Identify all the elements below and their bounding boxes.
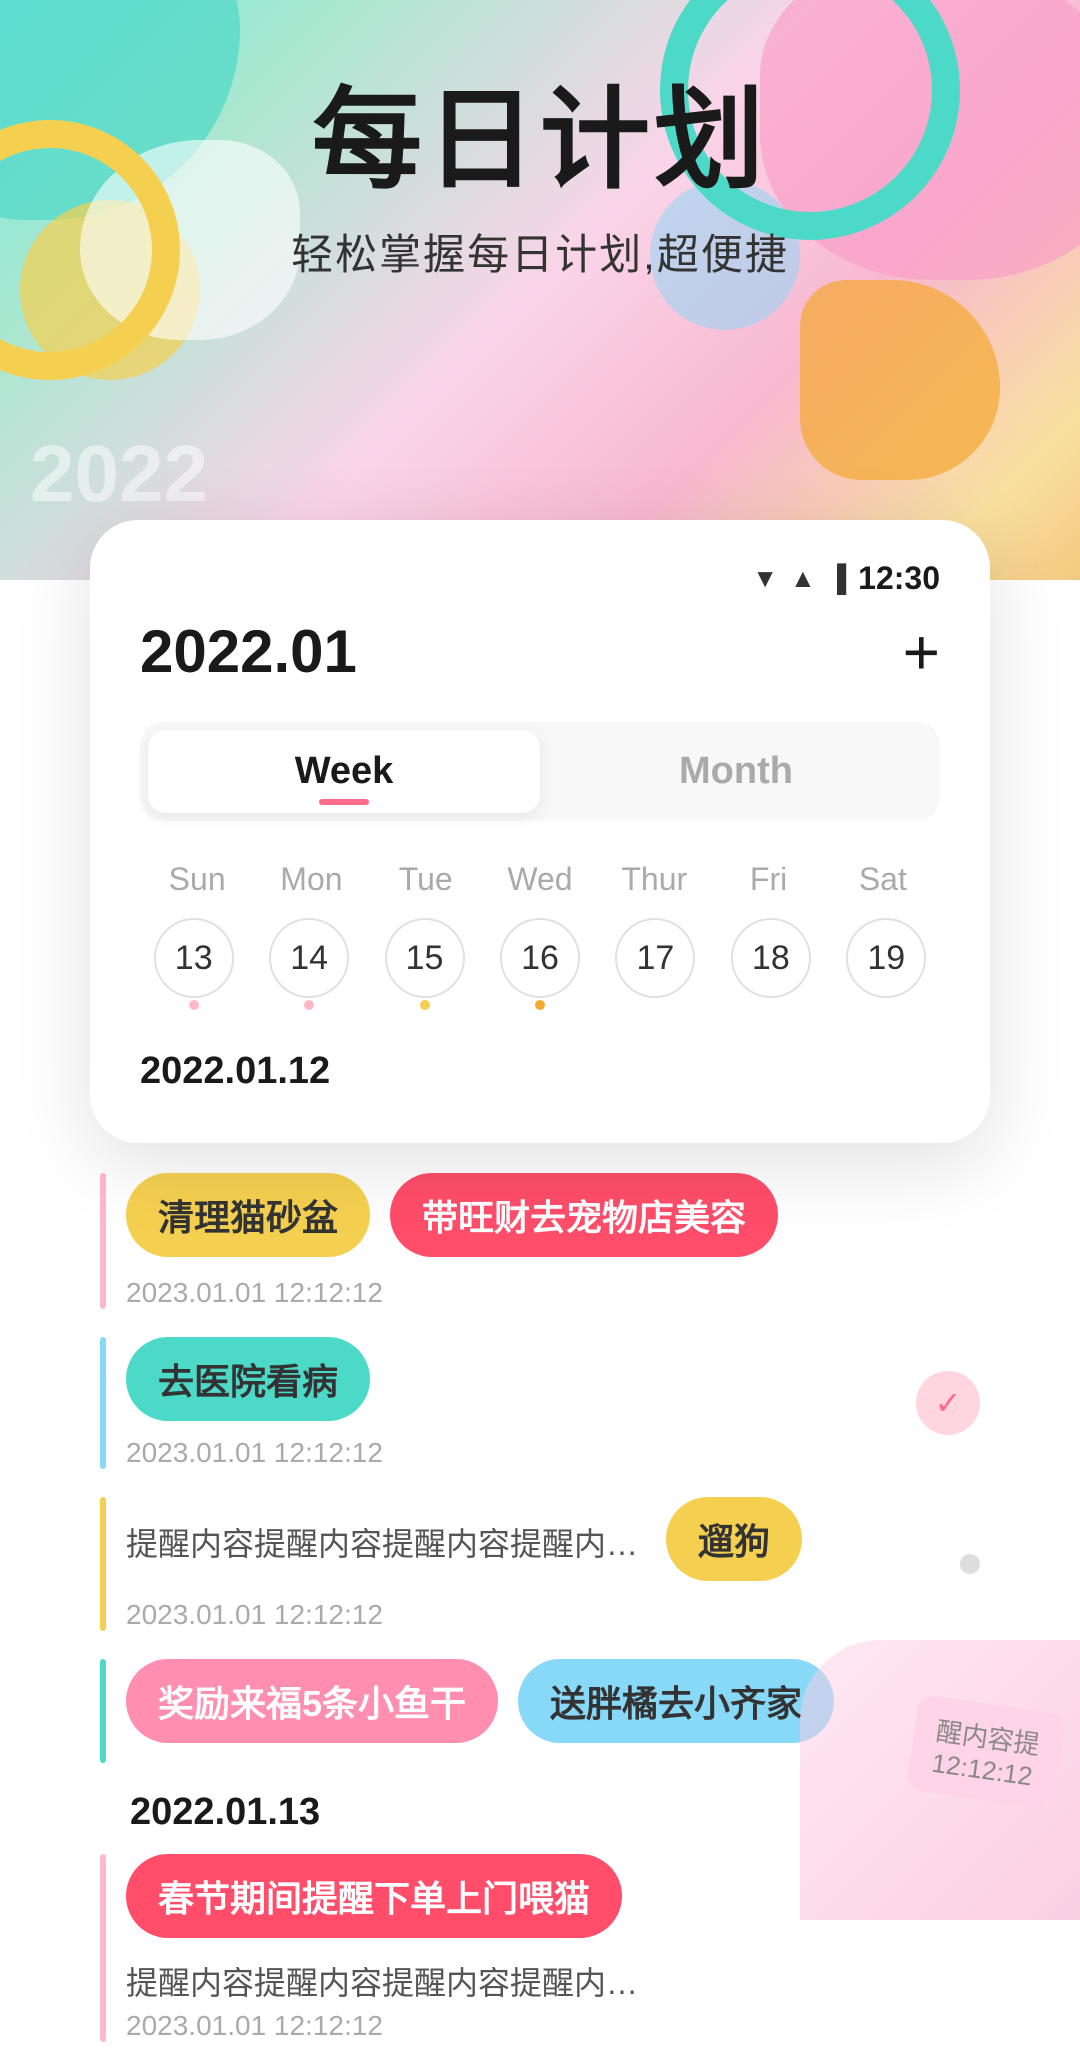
dot-15	[420, 1000, 430, 1010]
date-num-19: 19	[846, 918, 926, 998]
item-meta: 2023.01.01 12:12:12	[126, 1437, 896, 1469]
dot-14	[304, 1000, 314, 1010]
timeline-line	[100, 1854, 106, 2042]
weekday-sun: Sun	[140, 861, 254, 898]
add-task-button[interactable]: +	[903, 620, 940, 684]
timeline-line	[100, 1659, 106, 1763]
incomplete-dot	[960, 1554, 980, 1574]
item-content: 清理猫砂盆 带旺财去宠物店美容 2023.01.01 12:12:12	[126, 1173, 980, 1309]
wifi-icon: ▼	[752, 563, 778, 594]
date-cell-18[interactable]: 18	[717, 918, 824, 1010]
current-month: 2022.01	[140, 617, 357, 686]
task-tag[interactable]: 春节期间提醒下单上门喂猫	[126, 1854, 622, 1938]
item-meta: 2023.01.01 12:12:12	[126, 1277, 980, 1309]
check-icon[interactable]: ✓	[916, 1371, 980, 1435]
calendar-header: 2022.01 +	[140, 617, 940, 686]
task-tag[interactable]: 清理猫砂盆	[126, 1173, 370, 1257]
tab-week[interactable]: Week	[148, 730, 540, 813]
app-subtitle: 轻松掌握每日计划,超便捷	[0, 221, 1080, 282]
date-cell-15[interactable]: 15	[371, 918, 478, 1010]
battery-icon: ▐	[828, 563, 846, 594]
date-num-18: 18	[731, 918, 811, 998]
date-num-17: 17	[615, 918, 695, 998]
date-cell-13[interactable]: 13	[140, 918, 247, 1010]
weekday-mon: Mon	[254, 861, 368, 898]
task-extra-tag[interactable]: 送胖橘去小齐家	[518, 1659, 834, 1743]
year-label: 2022	[30, 428, 208, 520]
week-days-header: Sun Mon Tue Wed Thur Fri Sat	[140, 861, 940, 898]
status-time: 12:30	[858, 560, 940, 597]
selected-date: 2022.01.12	[140, 1050, 940, 1093]
item-meta: 2023.01.01 12:12:12	[126, 1599, 940, 1631]
dot-13	[189, 1000, 199, 1010]
signal-icon: ▲	[790, 563, 816, 594]
dot-19	[881, 1000, 891, 1010]
date-num-13: 13	[154, 918, 234, 998]
timeline-line	[100, 1173, 106, 1309]
task-tag[interactable]: 遛狗	[666, 1497, 802, 1581]
status-bar: ▼ ▲ ▐ 12:30	[140, 560, 940, 597]
date-cell-14[interactable]: 14	[255, 918, 362, 1010]
dot-18	[766, 1000, 776, 1010]
list-item: 清理猫砂盆 带旺财去宠物店美容 2023.01.01 12:12:12	[100, 1173, 980, 1309]
item-content: 去医院看病 2023.01.01 12:12:12	[126, 1337, 896, 1469]
item-meta: 2023.01.01 12:12:12	[126, 2010, 980, 2042]
dates-row: 13 14 15 16 17 18	[140, 918, 940, 1010]
item-text: 提醒内容提醒内容提醒内容提醒内容提醒内容提醒内容提醒	[126, 1958, 646, 2004]
timeline-line	[100, 1497, 106, 1631]
task-tag[interactable]: 去医院看病	[126, 1337, 370, 1421]
item-text: 提醒内容提醒内容提醒内容提醒内容提	[126, 1519, 646, 1565]
weekday-sat: Sat	[826, 861, 940, 898]
weekday-fri: Fri	[711, 861, 825, 898]
hero-text: 每日计划 轻松掌握每日计划,超便捷	[0, 0, 1080, 282]
app-title: 每日计划	[0, 80, 1080, 201]
dot-17	[650, 1000, 660, 1010]
tab-month[interactable]: Month	[540, 730, 932, 813]
calendar-card-wrapper: ▼ ▲ ▐ 12:30 2022.01 + Week Month Sun Mon…	[90, 520, 990, 1143]
list-item: 去医院看病 2023.01.01 12:12:12 ✓	[100, 1337, 980, 1469]
tag-row: 清理猫砂盆 带旺财去宠物店美容	[126, 1173, 980, 1267]
weekday-wed: Wed	[483, 861, 597, 898]
calendar-card: ▼ ▲ ▐ 12:30 2022.01 + Week Month Sun Mon…	[90, 520, 990, 1143]
date-num-16: 16	[500, 918, 580, 998]
weekday-thur: Thur	[597, 861, 711, 898]
list-item: 提醒内容提醒内容提醒内容提醒内容提 遛狗 2023.01.01 12:12:12	[100, 1497, 980, 1631]
date-cell-17[interactable]: 17	[602, 918, 709, 1010]
dot-16	[535, 1000, 545, 1010]
bottom-note: 醒内容提12:12:12	[906, 1694, 1066, 1810]
calendar-tabs: Week Month	[140, 722, 940, 821]
date-num-14: 14	[269, 918, 349, 998]
task-extra-tag[interactable]: 带旺财去宠物店美容	[390, 1173, 778, 1257]
task-tag[interactable]: 奖励来福5条小鱼干	[126, 1659, 498, 1743]
date-num-15: 15	[385, 918, 465, 998]
date-cell-16[interactable]: 16	[486, 918, 593, 1010]
date-cell-19[interactable]: 19	[833, 918, 940, 1010]
item-content: 提醒内容提醒内容提醒内容提醒内容提 遛狗 2023.01.01 12:12:12	[126, 1497, 940, 1631]
timeline-line	[100, 1337, 106, 1469]
weekday-tue: Tue	[369, 861, 483, 898]
hero-section: 每日计划 轻松掌握每日计划,超便捷 2022	[0, 0, 1080, 580]
